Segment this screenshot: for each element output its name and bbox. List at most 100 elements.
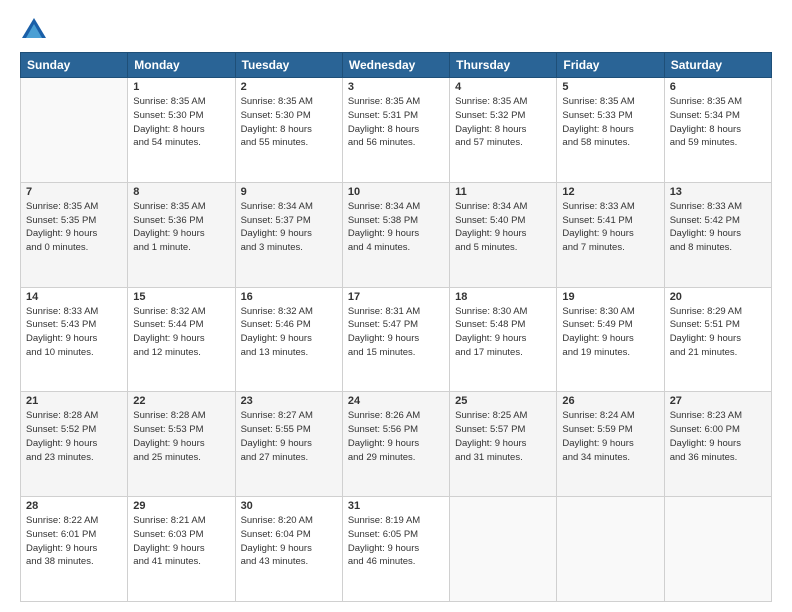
calendar-cell: 14 Sunrise: 8:33 AMSunset: 5:43 PMDayligh… (21, 287, 128, 392)
day-info: Sunrise: 8:22 AMSunset: 6:01 PMDaylight:… (26, 514, 122, 569)
calendar-cell: 6Sunrise: 8:35 AMSunset: 5:34 PMDaylight… (664, 78, 771, 183)
weekday-header-saturday: Saturday (664, 53, 771, 78)
calendar-cell: 23 Sunrise: 8:27 AMSunset: 5:55 PMDayligh… (235, 392, 342, 497)
day-number: 14 (26, 291, 122, 303)
day-number: 20 (670, 291, 766, 303)
calendar-cell: 11 Sunrise: 8:34 AMSunset: 5:40 PMDayligh… (450, 182, 557, 287)
logo (20, 16, 52, 44)
calendar-cell: 4 Sunrise: 8:35 AMSunset: 5:32 PMDaylight… (450, 78, 557, 183)
day-info: Sunrise: 8:34 AMSunset: 5:40 PMDaylight:… (455, 200, 551, 255)
day-info: Sunrise: 8:28 AMSunset: 5:53 PMDaylight:… (133, 409, 229, 464)
calendar-cell: 22Sunrise: 8:28 AMSunset: 5:53 PMDayligh… (128, 392, 235, 497)
day-info: Sunrise: 8:28 AMSunset: 5:52 PMDaylight:… (26, 409, 122, 464)
weekday-header-row: SundayMondayTuesdayWednesdayThursdayFrid… (21, 53, 772, 78)
day-info: Sunrise: 8:30 AMSunset: 5:48 PMDaylight:… (455, 305, 551, 360)
day-info: Sunrise: 8:35 AMSunset: 5:34 PMDaylight:… (670, 95, 766, 150)
day-number: 13 (670, 186, 766, 198)
day-number: 8 (133, 186, 229, 198)
calendar-cell: 9 Sunrise: 8:34 AMSunset: 5:37 PMDaylight… (235, 182, 342, 287)
day-info: Sunrise: 8:26 AMSunset: 5:56 PMDaylight:… (348, 409, 444, 464)
day-number: 26 (562, 395, 658, 407)
calendar-cell: 30 Sunrise: 8:20 AMSunset: 6:04 PMDayligh… (235, 497, 342, 602)
calendar-cell: 24Sunrise: 8:26 AMSunset: 5:56 PMDayligh… (342, 392, 449, 497)
day-number: 29 (133, 500, 229, 512)
calendar-cell (557, 497, 664, 602)
day-info: Sunrise: 8:25 AMSunset: 5:57 PMDaylight:… (455, 409, 551, 464)
day-info: Sunrise: 8:32 AMSunset: 5:44 PMDaylight:… (133, 305, 229, 360)
day-info: Sunrise: 8:27 AMSunset: 5:55 PMDaylight:… (241, 409, 337, 464)
day-info: Sunrise: 8:35 AMSunset: 5:36 PMDaylight:… (133, 200, 229, 255)
day-number: 15 (133, 291, 229, 303)
day-info: Sunrise: 8:35 AMSunset: 5:30 PMDaylight:… (241, 95, 337, 150)
calendar-cell: 27 Sunrise: 8:23 AMSunset: 6:00 PMDayligh… (664, 392, 771, 497)
calendar-cell: 29 Sunrise: 8:21 AMSunset: 6:03 PMDayligh… (128, 497, 235, 602)
week-row-1: 1 Sunrise: 8:35 AMSunset: 5:30 PMDaylight… (21, 78, 772, 183)
calendar-cell: 12 Sunrise: 8:33 AMSunset: 5:41 PMDayligh… (557, 182, 664, 287)
day-number: 16 (241, 291, 337, 303)
day-number: 17 (348, 291, 444, 303)
day-number: 28 (26, 500, 122, 512)
week-row-3: 14 Sunrise: 8:33 AMSunset: 5:43 PMDayligh… (21, 287, 772, 392)
day-number: 11 (455, 186, 551, 198)
calendar-cell: 18Sunrise: 8:30 AMSunset: 5:48 PMDayligh… (450, 287, 557, 392)
day-number: 30 (241, 500, 337, 512)
day-number: 12 (562, 186, 658, 198)
day-info: Sunrise: 8:35 AMSunset: 5:32 PMDaylight:… (455, 95, 551, 150)
day-number: 10 (348, 186, 444, 198)
day-info: Sunrise: 8:21 AMSunset: 6:03 PMDaylight:… (133, 514, 229, 569)
day-info: Sunrise: 8:31 AMSunset: 5:47 PMDaylight:… (348, 305, 444, 360)
day-info: Sunrise: 8:35 AMSunset: 5:30 PMDaylight:… (133, 95, 229, 150)
day-number: 3 (348, 81, 444, 93)
calendar-cell: 2 Sunrise: 8:35 AMSunset: 5:30 PMDaylight… (235, 78, 342, 183)
weekday-header-friday: Friday (557, 53, 664, 78)
day-info: Sunrise: 8:29 AMSunset: 5:51 PMDaylight:… (670, 305, 766, 360)
calendar-cell: 16Sunrise: 8:32 AMSunset: 5:46 PMDayligh… (235, 287, 342, 392)
day-info: Sunrise: 8:20 AMSunset: 6:04 PMDaylight:… (241, 514, 337, 569)
day-info: Sunrise: 8:30 AMSunset: 5:49 PMDaylight:… (562, 305, 658, 360)
day-info: Sunrise: 8:35 AMSunset: 5:35 PMDaylight:… (26, 200, 122, 255)
calendar-cell (21, 78, 128, 183)
day-number: 7 (26, 186, 122, 198)
calendar-cell: 31Sunrise: 8:19 AMSunset: 6:05 PMDayligh… (342, 497, 449, 602)
weekday-header-monday: Monday (128, 53, 235, 78)
day-number: 4 (455, 81, 551, 93)
weekday-header-sunday: Sunday (21, 53, 128, 78)
day-number: 23 (241, 395, 337, 407)
day-info: Sunrise: 8:35 AMSunset: 5:33 PMDaylight:… (562, 95, 658, 150)
day-number: 2 (241, 81, 337, 93)
calendar-cell (664, 497, 771, 602)
day-number: 21 (26, 395, 122, 407)
day-info: Sunrise: 8:23 AMSunset: 6:00 PMDaylight:… (670, 409, 766, 464)
week-row-2: 7 Sunrise: 8:35 AMSunset: 5:35 PMDaylight… (21, 182, 772, 287)
logo-icon (20, 16, 48, 44)
calendar-cell: 13 Sunrise: 8:33 AMSunset: 5:42 PMDayligh… (664, 182, 771, 287)
day-info: Sunrise: 8:34 AMSunset: 5:38 PMDaylight:… (348, 200, 444, 255)
calendar-cell (450, 497, 557, 602)
day-number: 1 (133, 81, 229, 93)
day-number: 19 (562, 291, 658, 303)
day-info: Sunrise: 8:33 AMSunset: 5:42 PMDaylight:… (670, 200, 766, 255)
calendar-cell: 10 Sunrise: 8:34 AMSunset: 5:38 PMDayligh… (342, 182, 449, 287)
calendar-cell: 15 Sunrise: 8:32 AMSunset: 5:44 PMDayligh… (128, 287, 235, 392)
day-number: 27 (670, 395, 766, 407)
day-info: Sunrise: 8:34 AMSunset: 5:37 PMDaylight:… (241, 200, 337, 255)
calendar-cell: 26 Sunrise: 8:24 AMSunset: 5:59 PMDayligh… (557, 392, 664, 497)
header (20, 16, 772, 44)
calendar-cell: 7 Sunrise: 8:35 AMSunset: 5:35 PMDaylight… (21, 182, 128, 287)
weekday-header-wednesday: Wednesday (342, 53, 449, 78)
day-info: Sunrise: 8:33 AMSunset: 5:41 PMDaylight:… (562, 200, 658, 255)
day-info: Sunrise: 8:19 AMSunset: 6:05 PMDaylight:… (348, 514, 444, 569)
weekday-header-tuesday: Tuesday (235, 53, 342, 78)
calendar-cell: 3 Sunrise: 8:35 AMSunset: 5:31 PMDaylight… (342, 78, 449, 183)
calendar-table: SundayMondayTuesdayWednesdayThursdayFrid… (20, 52, 772, 602)
day-info: Sunrise: 8:35 AMSunset: 5:31 PMDaylight:… (348, 95, 444, 150)
calendar-cell: 8 Sunrise: 8:35 AMSunset: 5:36 PMDaylight… (128, 182, 235, 287)
calendar-cell: 28 Sunrise: 8:22 AMSunset: 6:01 PMDayligh… (21, 497, 128, 602)
day-info: Sunrise: 8:33 AMSunset: 5:43 PMDaylight:… (26, 305, 122, 360)
day-number: 9 (241, 186, 337, 198)
weekday-header-thursday: Thursday (450, 53, 557, 78)
week-row-4: 21 Sunrise: 8:28 AMSunset: 5:52 PMDayligh… (21, 392, 772, 497)
day-number: 5 (562, 81, 658, 93)
day-info: Sunrise: 8:24 AMSunset: 5:59 PMDaylight:… (562, 409, 658, 464)
calendar-cell: 25Sunrise: 8:25 AMSunset: 5:57 PMDayligh… (450, 392, 557, 497)
